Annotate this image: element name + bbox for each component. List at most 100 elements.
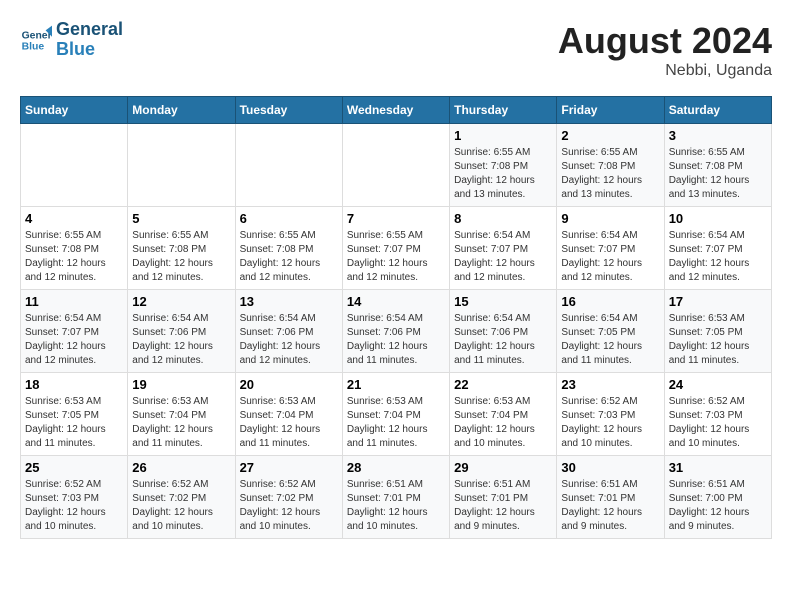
week-row-1: 1 Sunrise: 6:55 AM Sunset: 7:08 PM Daylig… — [21, 124, 772, 207]
day-number: 28 — [347, 460, 445, 475]
day-info: Sunrise: 6:55 AM Sunset: 7:08 PM Dayligh… — [669, 146, 767, 202]
day-number: 11 — [25, 294, 123, 309]
day-number: 3 — [669, 128, 767, 143]
day-info: Sunrise: 6:51 AM Sunset: 7:00 PM Dayligh… — [669, 478, 767, 534]
day-info: Sunrise: 6:53 AM Sunset: 7:05 PM Dayligh… — [25, 395, 123, 451]
day-number: 10 — [669, 211, 767, 226]
day-info: Sunrise: 6:55 AM Sunset: 7:08 PM Dayligh… — [240, 229, 338, 285]
day-number: 20 — [240, 377, 338, 392]
day-info: Sunrise: 6:54 AM Sunset: 7:07 PM Dayligh… — [561, 229, 659, 285]
header-day-wednesday: Wednesday — [342, 97, 449, 124]
day-number: 31 — [669, 460, 767, 475]
header-day-saturday: Saturday — [664, 97, 771, 124]
day-cell — [342, 124, 449, 207]
day-info: Sunrise: 6:54 AM Sunset: 7:07 PM Dayligh… — [25, 312, 123, 368]
day-number: 13 — [240, 294, 338, 309]
day-cell: 31 Sunrise: 6:51 AM Sunset: 7:00 PM Dayli… — [664, 456, 771, 539]
day-cell: 6 Sunrise: 6:55 AM Sunset: 7:08 PM Daylig… — [235, 207, 342, 290]
day-number: 18 — [25, 377, 123, 392]
day-info: Sunrise: 6:55 AM Sunset: 7:07 PM Dayligh… — [347, 229, 445, 285]
day-cell — [128, 124, 235, 207]
day-number: 26 — [132, 460, 230, 475]
day-info: Sunrise: 6:51 AM Sunset: 7:01 PM Dayligh… — [454, 478, 552, 534]
day-cell: 4Sunrise: 6:55 AM Sunset: 7:08 PM Daylig… — [21, 207, 128, 290]
day-cell: 23Sunrise: 6:52 AM Sunset: 7:03 PM Dayli… — [557, 373, 664, 456]
day-info: Sunrise: 6:53 AM Sunset: 7:04 PM Dayligh… — [240, 395, 338, 451]
day-cell: 26 Sunrise: 6:52 AM Sunset: 7:02 PM Dayli… — [128, 456, 235, 539]
day-cell: 28 Sunrise: 6:51 AM Sunset: 7:01 PM Dayli… — [342, 456, 449, 539]
day-cell — [235, 124, 342, 207]
day-cell: 18 Sunrise: 6:53 AM Sunset: 7:05 PM Dayli… — [21, 373, 128, 456]
day-cell: 10 Sunrise: 6:54 AM Sunset: 7:07 PM Dayli… — [664, 207, 771, 290]
day-number: 1 — [454, 128, 552, 143]
day-info: Sunrise: 6:53 AM Sunset: 7:04 PM Dayligh… — [132, 395, 230, 451]
day-info: Sunrise: 6:52 AM Sunset: 7:02 PM Dayligh… — [240, 478, 338, 534]
day-number: 16 — [561, 294, 659, 309]
header-day-sunday: Sunday — [21, 97, 128, 124]
day-number: 24 — [669, 377, 767, 392]
day-cell: 12Sunrise: 6:54 AM Sunset: 7:06 PM Dayli… — [128, 290, 235, 373]
day-info: Sunrise: 6:52 AM Sunset: 7:03 PM Dayligh… — [669, 395, 767, 451]
header-row: SundayMondayTuesdayWednesdayThursdayFrid… — [21, 97, 772, 124]
logo: General Blue General Blue — [20, 20, 123, 60]
logo-line1: General — [56, 20, 123, 40]
day-number: 17 — [669, 294, 767, 309]
month-title: August 2024 — [558, 20, 772, 62]
day-cell: 8 Sunrise: 6:54 AM Sunset: 7:07 PM Daylig… — [450, 207, 557, 290]
logo-icon: General Blue — [20, 24, 52, 56]
logo-text: General Blue — [56, 20, 123, 60]
day-info: Sunrise: 6:55 AM Sunset: 7:08 PM Dayligh… — [561, 146, 659, 202]
day-cell: 9 Sunrise: 6:54 AM Sunset: 7:07 PM Daylig… — [557, 207, 664, 290]
calendar-table: SundayMondayTuesdayWednesdayThursdayFrid… — [20, 96, 772, 539]
day-info: Sunrise: 6:54 AM Sunset: 7:07 PM Dayligh… — [454, 229, 552, 285]
day-number: 30 — [561, 460, 659, 475]
title-block: August 2024 Nebbi, Uganda — [558, 20, 772, 80]
day-cell: 29Sunrise: 6:51 AM Sunset: 7:01 PM Dayli… — [450, 456, 557, 539]
day-number: 21 — [347, 377, 445, 392]
location: Nebbi, Uganda — [558, 62, 772, 80]
day-info: Sunrise: 6:52 AM Sunset: 7:02 PM Dayligh… — [132, 478, 230, 534]
day-info: Sunrise: 6:55 AM Sunset: 7:08 PM Dayligh… — [25, 229, 123, 285]
day-cell: 15Sunrise: 6:54 AM Sunset: 7:06 PM Dayli… — [450, 290, 557, 373]
svg-text:Blue: Blue — [22, 41, 45, 52]
day-cell: 19Sunrise: 6:53 AM Sunset: 7:04 PM Dayli… — [128, 373, 235, 456]
day-info: Sunrise: 6:55 AM Sunset: 7:08 PM Dayligh… — [454, 146, 552, 202]
header-day-thursday: Thursday — [450, 97, 557, 124]
day-number: 7 — [347, 211, 445, 226]
day-number: 8 — [454, 211, 552, 226]
day-cell — [21, 124, 128, 207]
day-number: 6 — [240, 211, 338, 226]
day-number: 25 — [25, 460, 123, 475]
day-number: 23 — [561, 377, 659, 392]
day-cell: 17Sunrise: 6:53 AM Sunset: 7:05 PM Dayli… — [664, 290, 771, 373]
header-day-tuesday: Tuesday — [235, 97, 342, 124]
day-cell: 16 Sunrise: 6:54 AM Sunset: 7:05 PM Dayli… — [557, 290, 664, 373]
day-cell: 7 Sunrise: 6:55 AM Sunset: 7:07 PM Daylig… — [342, 207, 449, 290]
day-number: 14 — [347, 294, 445, 309]
day-cell: 13 Sunrise: 6:54 AM Sunset: 7:06 PM Dayli… — [235, 290, 342, 373]
day-cell: 2 Sunrise: 6:55 AM Sunset: 7:08 PM Daylig… — [557, 124, 664, 207]
day-number: 2 — [561, 128, 659, 143]
day-info: Sunrise: 6:51 AM Sunset: 7:01 PM Dayligh… — [561, 478, 659, 534]
day-cell: 30 Sunrise: 6:51 AM Sunset: 7:01 PM Dayli… — [557, 456, 664, 539]
day-number: 9 — [561, 211, 659, 226]
day-cell: 21 Sunrise: 6:53 AM Sunset: 7:04 PM Dayli… — [342, 373, 449, 456]
week-row-5: 25Sunrise: 6:52 AM Sunset: 7:03 PM Dayli… — [21, 456, 772, 539]
day-info: Sunrise: 6:55 AM Sunset: 7:08 PM Dayligh… — [132, 229, 230, 285]
day-number: 12 — [132, 294, 230, 309]
day-cell: 14Sunrise: 6:54 AM Sunset: 7:06 PM Dayli… — [342, 290, 449, 373]
day-cell: 25Sunrise: 6:52 AM Sunset: 7:03 PM Dayli… — [21, 456, 128, 539]
day-cell: 1 Sunrise: 6:55 AM Sunset: 7:08 PM Daylig… — [450, 124, 557, 207]
header-day-friday: Friday — [557, 97, 664, 124]
day-number: 15 — [454, 294, 552, 309]
day-info: Sunrise: 6:54 AM Sunset: 7:05 PM Dayligh… — [561, 312, 659, 368]
day-info: Sunrise: 6:54 AM Sunset: 7:06 PM Dayligh… — [240, 312, 338, 368]
day-info: Sunrise: 6:53 AM Sunset: 7:04 PM Dayligh… — [347, 395, 445, 451]
calendar-header: SundayMondayTuesdayWednesdayThursdayFrid… — [21, 97, 772, 124]
day-info: Sunrise: 6:54 AM Sunset: 7:07 PM Dayligh… — [669, 229, 767, 285]
day-number: 22 — [454, 377, 552, 392]
week-row-4: 18 Sunrise: 6:53 AM Sunset: 7:05 PM Dayli… — [21, 373, 772, 456]
page-header: General Blue General Blue August 2024 Ne… — [20, 20, 772, 80]
header-day-monday: Monday — [128, 97, 235, 124]
day-info: Sunrise: 6:51 AM Sunset: 7:01 PM Dayligh… — [347, 478, 445, 534]
